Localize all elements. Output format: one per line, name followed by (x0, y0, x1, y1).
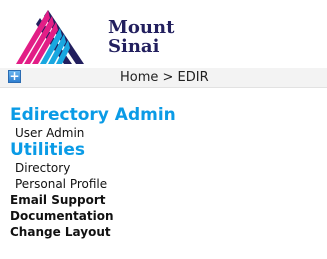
breadcrumb: Home > EDIR (120, 70, 209, 85)
mount-sinai-logo-mark (16, 10, 84, 64)
nav-item-user-admin[interactable]: User Admin (10, 125, 176, 141)
logo-wordmark: Mount Sinai (108, 18, 174, 56)
mount-sinai-logo: Mount Sinai (12, 8, 174, 66)
header-bar: + Home > EDIR (0, 68, 327, 88)
plus-icon[interactable]: + (8, 70, 21, 83)
logo-line-1: Mount (108, 17, 175, 38)
logo-line-2: Sinai (108, 36, 160, 57)
section-title-utilities[interactable]: Utilities (10, 141, 176, 160)
nav-item-personal-profile[interactable]: Personal Profile (10, 176, 176, 192)
section-title-edirectory-admin[interactable]: Edirectory Admin (10, 106, 176, 125)
nav-item-email-support[interactable]: Email Support (10, 192, 176, 208)
sidebar-nav: Edirectory Admin User Admin Utilities Di… (10, 106, 176, 240)
nav-item-change-layout[interactable]: Change Layout (10, 224, 176, 240)
nav-item-documentation[interactable]: Documentation (10, 208, 176, 224)
nav-item-directory[interactable]: Directory (10, 160, 176, 176)
